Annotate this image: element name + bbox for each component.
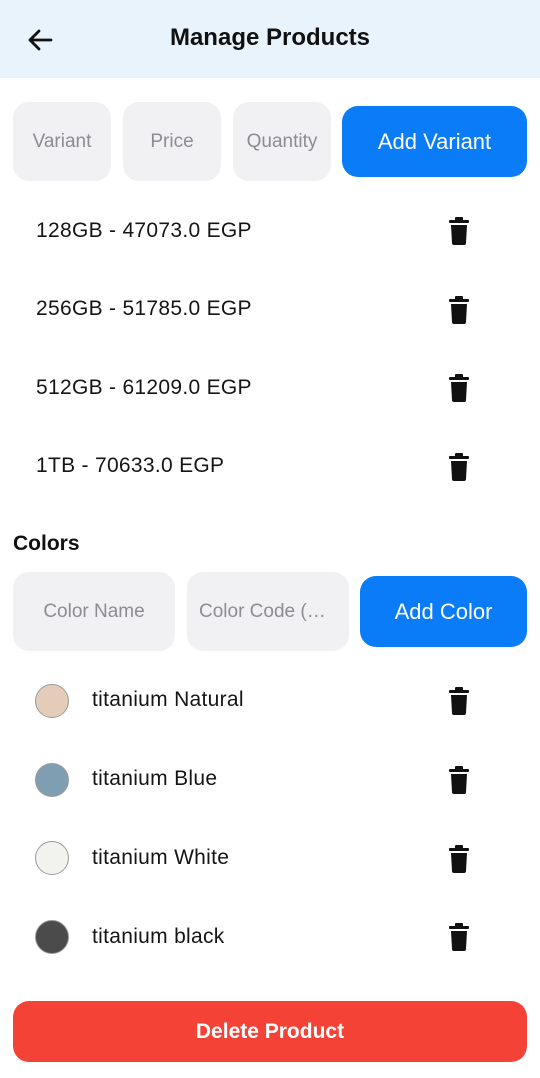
delete-color-icon[interactable] xyxy=(447,845,471,873)
color-label: titanium White xyxy=(92,846,230,869)
color-swatch xyxy=(35,841,69,875)
delete-variant-icon[interactable] xyxy=(447,296,471,324)
delete-variant-icon[interactable] xyxy=(447,217,471,245)
color-label: titanium Blue xyxy=(92,767,218,790)
variant-label: 1TB - 70633.0 EGP xyxy=(36,454,225,477)
color-label: titanium Natural xyxy=(92,688,244,711)
delete-color-icon[interactable] xyxy=(447,687,471,715)
price-input[interactable] xyxy=(123,102,221,181)
app-bar: Manage Products xyxy=(0,0,540,78)
color-name-input[interactable] xyxy=(13,572,175,651)
delete-variant-icon[interactable] xyxy=(447,374,471,402)
delete-product-button[interactable]: Delete Product xyxy=(13,1001,527,1062)
color-swatch xyxy=(35,920,69,954)
variant-input-box xyxy=(13,102,111,181)
add-variant-button[interactable]: Add Variant xyxy=(342,106,527,177)
variant-input[interactable] xyxy=(13,102,111,181)
price-input-box xyxy=(123,102,221,181)
color-code-input[interactable] xyxy=(187,572,349,651)
variant-label: 512GB - 61209.0 EGP xyxy=(36,376,252,399)
color-label: titanium black xyxy=(92,925,225,948)
page-title: Manage Products xyxy=(169,24,371,51)
delete-color-icon[interactable] xyxy=(447,923,471,951)
quantity-input-box xyxy=(233,102,331,181)
color-swatch xyxy=(35,763,69,797)
variant-label: 128GB - 47073.0 EGP xyxy=(36,219,252,242)
add-color-button[interactable]: Add Color xyxy=(360,576,527,647)
color-name-input-box xyxy=(13,572,175,651)
delete-color-icon[interactable] xyxy=(447,766,471,794)
color-swatch xyxy=(35,684,69,718)
delete-variant-icon[interactable] xyxy=(447,453,471,481)
quantity-input[interactable] xyxy=(233,102,331,181)
variant-label: 256GB - 51785.0 EGP xyxy=(36,297,252,320)
color-code-input-box xyxy=(187,572,349,651)
colors-section-title: Colors xyxy=(13,532,80,555)
